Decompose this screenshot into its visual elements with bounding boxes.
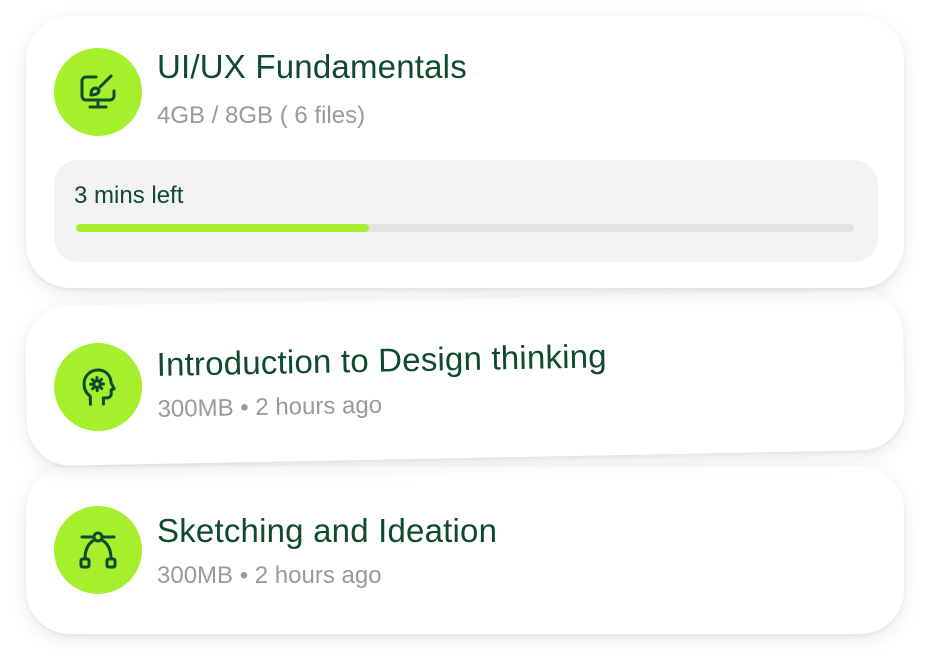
course-card-design-thinking[interactable]: Introduction to Design thinking 300MB • …: [24, 289, 906, 467]
course-title: UI/UX Fundamentals: [157, 48, 467, 85]
course-title: Introduction to Design thinking: [156, 337, 608, 383]
vector-pen-icon: [54, 506, 142, 594]
course-card-uiux-fundamentals[interactable]: UI/UX Fundamentals 4GB / 8GB ( 6 files) …: [26, 16, 904, 288]
head-gear-icon: [53, 342, 143, 432]
progress-panel: 3 mins left: [54, 160, 878, 262]
time-left-label: 3 mins left: [74, 182, 184, 209]
course-title: Sketching and Ideation: [157, 512, 498, 549]
progress-bar-fill: [76, 224, 369, 232]
course-meta: 300MB • 2 hours ago: [157, 391, 383, 423]
course-meta: 300MB • 2 hours ago: [157, 562, 382, 589]
progress-bar: [76, 224, 854, 232]
monitor-brush-icon: [54, 48, 142, 136]
course-card-sketching-ideation[interactable]: Sketching and Ideation 300MB • 2 hours a…: [26, 466, 904, 634]
course-meta: 4GB / 8GB ( 6 files): [157, 102, 366, 129]
